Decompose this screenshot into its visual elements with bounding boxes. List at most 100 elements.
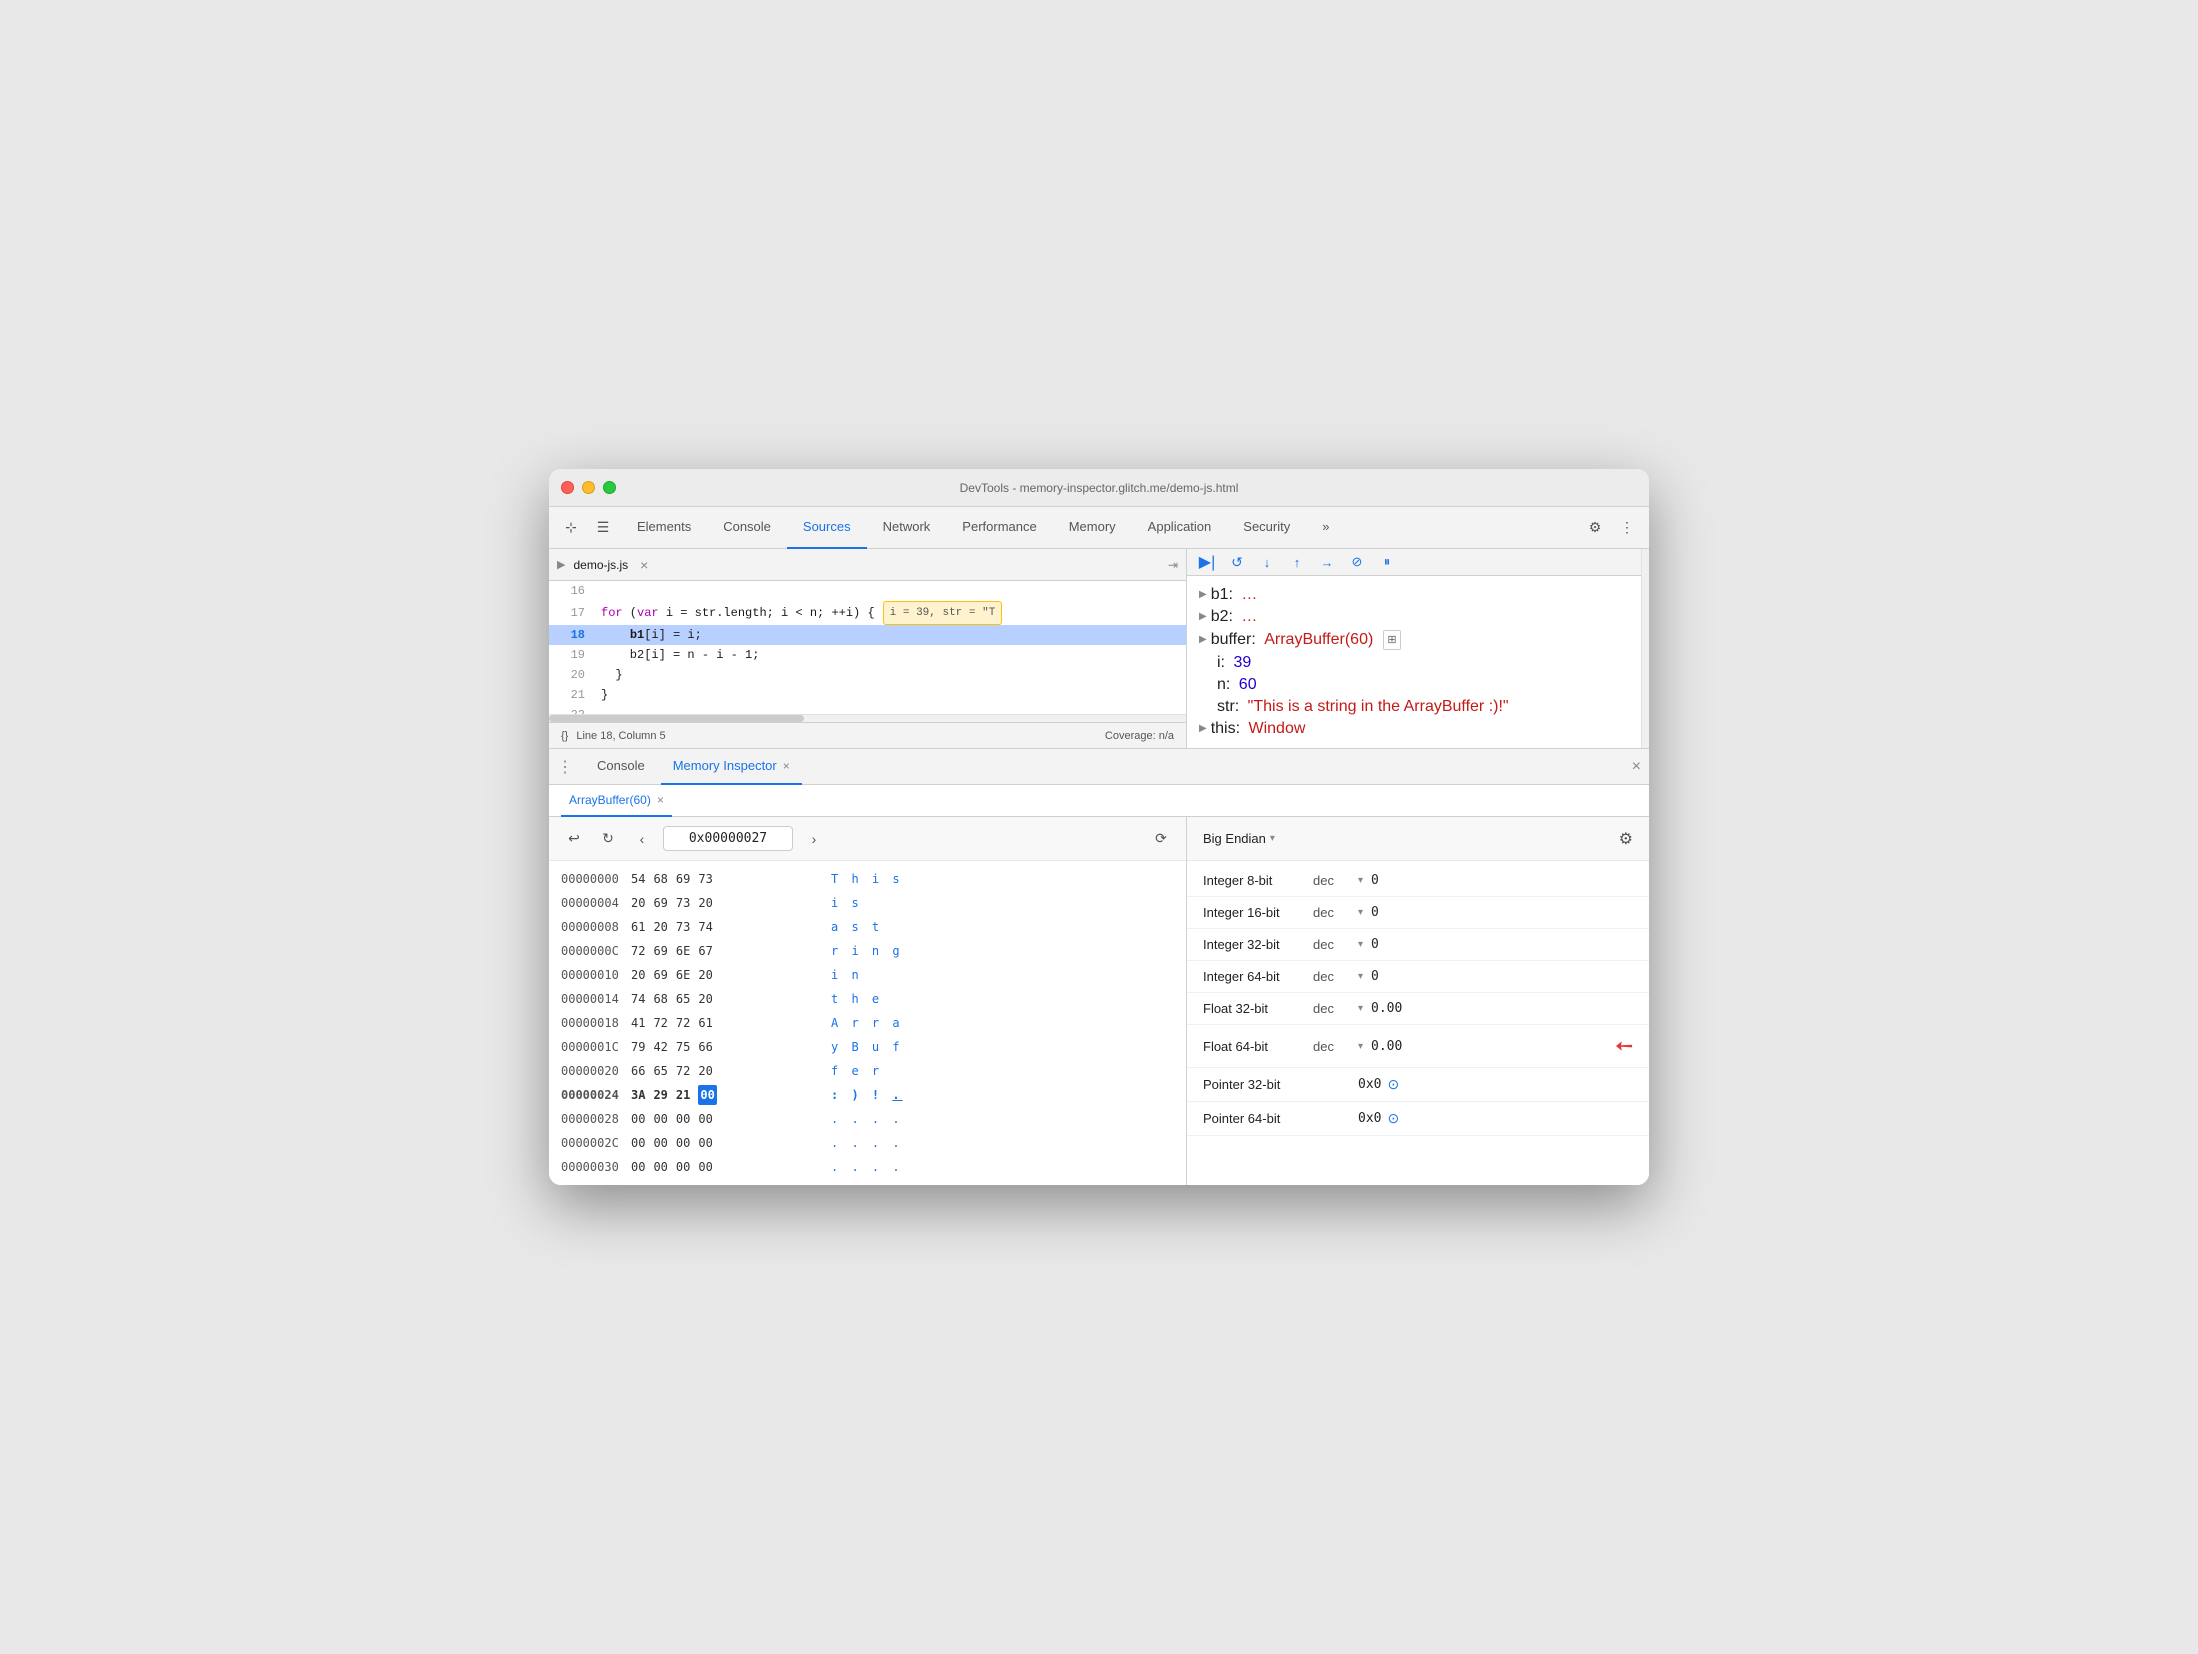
scope-row-str: str: "This is a string in the ArrayBuffe… [1199, 696, 1629, 718]
device-icon[interactable]: ☰ [589, 514, 617, 542]
tab-security[interactable]: Security [1227, 507, 1306, 549]
cursor-position: Line 18, Column 5 [576, 730, 665, 742]
step-over-button[interactable]: ↺ [1225, 550, 1249, 574]
code-line-16: 16 [549, 581, 1186, 601]
address-input[interactable] [663, 826, 793, 851]
vi-fmt-arrow-int32[interactable]: ▾ [1358, 939, 1363, 950]
close-button[interactable] [561, 481, 574, 494]
code-panel: ▶ demo-js.js × ⇥ 16 17 for (var i = str.… [549, 549, 1187, 748]
bottom-dots-icon[interactable]: ⋮ [557, 757, 573, 777]
scope-row-i: i: 39 [1199, 652, 1629, 674]
tab-network[interactable]: Network [867, 507, 947, 549]
scope-panel-container: ▶| ↺ ↓ ↑ → ⊘ ⏸ ▶ b1: … [1187, 549, 1641, 748]
top-panel: ▶ demo-js.js × ⇥ 16 17 for (var i = str.… [549, 549, 1649, 749]
scope-row-buffer: ▶ buffer: ArrayBuffer(60) ⊞ [1199, 628, 1629, 652]
window-title: DevTools - memory-inspector.glitch.me/de… [960, 481, 1239, 495]
value-inspector: Big Endian ▾ ⚙ Integer 8-bit dec ▾ 0 [1187, 817, 1649, 1185]
more-icon[interactable]: ⋮ [1613, 514, 1641, 542]
step-into-button[interactable]: ↓ [1255, 550, 1279, 574]
tab-elements[interactable]: Elements [621, 507, 707, 549]
titlebar: DevTools - memory-inspector.glitch.me/de… [549, 469, 1649, 507]
hex-row-2c: 0000002C 00 00 00 00 . . . . [549, 1131, 1186, 1155]
pointer64-nav-icon[interactable]: ⊙ [1387, 1110, 1399, 1127]
scope-row-this: ▶ this: Window [1199, 718, 1629, 740]
pointer-icon[interactable]: ⊹ [557, 514, 585, 542]
hex-row-14: 00000014 74 68 65 20 t h e [549, 987, 1186, 1011]
devtools-tabs: Elements Console Sources Network Perform… [621, 507, 1577, 549]
expand-this-icon[interactable]: ▶ [1199, 720, 1207, 738]
vi-fmt-arrow-float32[interactable]: ▾ [1358, 1003, 1363, 1014]
traffic-lights [561, 481, 616, 494]
red-arrow-annotation: ➘ [1608, 1030, 1639, 1061]
expand-buffer-icon[interactable]: ▶ [1199, 631, 1207, 649]
memory-icon[interactable]: ⊞ [1383, 630, 1400, 650]
code-line-21: 21 } [549, 685, 1186, 705]
expand-b1-icon[interactable]: ▶ [1199, 586, 1207, 604]
array-buffer-label: ArrayBuffer(60) [569, 793, 651, 807]
expand-b2-icon[interactable]: ▶ [1199, 608, 1207, 626]
tab-memory-inspector[interactable]: Memory Inspector × [661, 749, 802, 785]
prev-page-button[interactable]: ‹ [629, 826, 655, 852]
tab-console[interactable]: Console [707, 507, 787, 549]
devtools-main: ▶ demo-js.js × ⇥ 16 17 for (var i = str.… [549, 549, 1649, 1185]
pause-button[interactable]: ⏸ [1375, 550, 1399, 574]
vi-fmt-arrow-float64[interactable]: ▾ [1358, 1041, 1363, 1052]
debug-tooltip: i = 39, str = "T [883, 601, 1003, 625]
refresh-button[interactable]: ⟳ [1148, 826, 1174, 852]
array-buffer-tab[interactable]: ArrayBuffer(60) × [561, 785, 672, 817]
vi-row-ptr32: Pointer 32-bit 0x0 ⊙ [1187, 1068, 1649, 1102]
right-scrollbar[interactable] [1641, 549, 1649, 748]
vi-settings-icon[interactable]: ⚙ [1619, 829, 1633, 849]
tab-sources[interactable]: Sources [787, 507, 867, 549]
vi-row-int16: Integer 16-bit dec ▾ 0 [1187, 897, 1649, 929]
memory-inspector-close-icon[interactable]: × [783, 759, 790, 773]
file-close-button[interactable]: × [640, 557, 648, 573]
bottom-panel: ⋮ Console Memory Inspector × × ArrayBuff… [549, 749, 1649, 1185]
horizontal-scrollbar[interactable] [549, 714, 1186, 722]
endian-label: Big Endian [1203, 831, 1266, 846]
tab-performance[interactable]: Performance [946, 507, 1052, 549]
filename: demo-js.js [573, 558, 628, 572]
step-out-button[interactable]: ↑ [1285, 550, 1309, 574]
settings-icon[interactable]: ⚙ [1581, 514, 1609, 542]
hex-nav-bar: ↩ ↻ ‹ › ⟳ [549, 817, 1186, 861]
resume-button[interactable]: ▶| [1195, 550, 1219, 574]
array-buffer-close-icon[interactable]: × [657, 793, 664, 807]
array-buffer-tab-bar: ArrayBuffer(60) × [549, 785, 1649, 817]
pointer32-nav-icon[interactable]: ⊙ [1387, 1076, 1399, 1093]
code-footer: {} Line 18, Column 5 Coverage: n/a [549, 722, 1186, 748]
code-line-20: 20 } [549, 665, 1186, 685]
endian-select[interactable]: Big Endian ▾ [1203, 831, 1275, 846]
minimize-button[interactable] [582, 481, 595, 494]
hex-row-0: 00000000 54 68 69 73 T h i s [549, 867, 1186, 891]
vi-row-int32: Integer 32-bit dec ▾ 0 [1187, 929, 1649, 961]
vi-row-int8: Integer 8-bit dec ▾ 0 [1187, 865, 1649, 897]
next-page-button[interactable]: › [801, 826, 827, 852]
vi-fmt-arrow-int16[interactable]: ▾ [1358, 907, 1363, 918]
history-forward-button[interactable]: ↻ [595, 826, 621, 852]
bottom-panel-close-icon[interactable]: × [1632, 758, 1641, 776]
toolbar-right: ⚙ ⋮ [1581, 514, 1641, 542]
file-tab: ▶ demo-js.js × ⇥ [549, 549, 1186, 581]
vi-fmt-arrow-int64[interactable]: ▾ [1358, 971, 1363, 982]
tab-application[interactable]: Application [1132, 507, 1228, 549]
code-content: 16 17 for (var i = str.length; i < n; ++… [549, 581, 1186, 714]
deactivate-button[interactable]: ⊘ [1345, 550, 1369, 574]
history-back-button[interactable]: ↩ [561, 826, 587, 852]
maximize-button[interactable] [603, 481, 616, 494]
hex-row-30: 00000030 00 00 00 00 . . . . [549, 1155, 1186, 1179]
vi-header: Big Endian ▾ ⚙ [1187, 817, 1649, 861]
tab-more[interactable]: » [1306, 507, 1345, 549]
forward-icon[interactable]: ⇥ [1168, 558, 1178, 572]
vi-row-ptr64: Pointer 64-bit 0x0 ⊙ [1187, 1102, 1649, 1136]
code-line-19: 19 b2[i] = n - i - 1; [549, 645, 1186, 665]
selected-byte[interactable]: 00 [698, 1085, 716, 1105]
vi-fmt-arrow-int8[interactable]: ▾ [1358, 875, 1363, 886]
tab-console-bottom[interactable]: Console [585, 749, 657, 785]
step-button[interactable]: → [1315, 550, 1339, 574]
hex-viewer: ↩ ↻ ‹ › ⟳ 00000000 54 [549, 817, 1187, 1185]
scope-content: ▶ b1: … ▶ b2: … ▶ buffer: ArrayBu [1187, 576, 1641, 748]
hex-row-1c: 0000001C 79 42 75 66 y B u f [549, 1035, 1186, 1059]
hex-row-20: 00000020 66 65 72 20 f e r [549, 1059, 1186, 1083]
tab-memory[interactable]: Memory [1053, 507, 1132, 549]
